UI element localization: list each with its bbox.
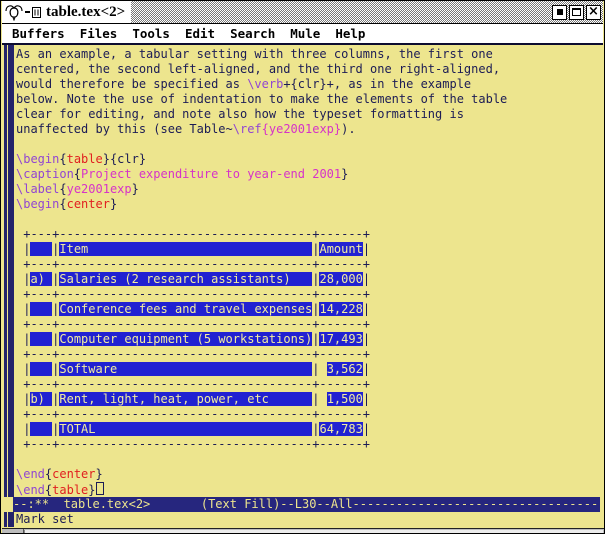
- minibuffer-scrollbar-thumb[interactable]: [4, 512, 14, 527]
- buffer-line: | |Conference fees and travel expenses|1…: [16, 302, 603, 317]
- menu-item-search[interactable]: Search: [230, 26, 275, 41]
- menu-item-files[interactable]: Files: [80, 26, 118, 41]
- buffer-line: unaffected by this (see Table~\ref{ye200…: [16, 122, 603, 137]
- titlebar-stipple: ×: [131, 1, 603, 23]
- buffer-line: +---+-----------------------------------…: [16, 227, 603, 242]
- buffer-line: +---+-----------------------------------…: [16, 437, 603, 452]
- window-title: table.tex<2>: [42, 4, 125, 21]
- buffer-line: \caption{Project expenditure to year-end…: [16, 167, 603, 182]
- menu-item-help[interactable]: Help: [335, 26, 365, 41]
- buffer-line: +---+-----------------------------------…: [16, 287, 603, 302]
- close-button[interactable]: ×: [586, 5, 601, 20]
- buffer-line: +---+-----------------------------------…: [16, 347, 603, 362]
- buffer-content[interactable]: As an example, a tabular setting with th…: [16, 47, 603, 497]
- vertical-scrollbar-thumb[interactable]: [4, 45, 14, 497]
- buffer-line: | |TOTAL |64,783|: [16, 422, 603, 437]
- buffer-line: below. Note the use of indentation to ma…: [16, 92, 603, 107]
- buffer-line: centered, the second left-aligned, and t…: [16, 62, 603, 77]
- gnu-icon[interactable]: [5, 3, 42, 21]
- buffer-line: [16, 452, 603, 467]
- minibuffer-message: Mark set: [16, 512, 74, 527]
- minibuffer[interactable]: Mark set: [2, 512, 605, 528]
- buffer-line: |a) |Salaries (2 research assistants) |2…: [16, 272, 603, 287]
- menu-bar: Buffers Files Tools Edit Search Mule Help: [2, 24, 603, 45]
- buffer-line: +---+-----------------------------------…: [16, 317, 603, 332]
- buffer-line: |b) |Rent, light, heat, power, etc | 1,5…: [16, 392, 603, 407]
- buffer-line: +---+-----------------------------------…: [16, 407, 603, 422]
- buffer-line: \begin{table}{clr}: [16, 152, 603, 167]
- menu-item-edit[interactable]: Edit: [185, 26, 215, 41]
- buffer-line: As an example, a tabular setting with th…: [16, 47, 603, 62]
- buffer-line: [16, 212, 603, 227]
- horizontal-scrollbar: [2, 528, 605, 534]
- horizontal-scrollbar-corner: [2, 529, 24, 534]
- emacs-window: table.tex<2> × Buffers Files Tools Edit Sear…: [0, 0, 605, 534]
- buffer-line: | |Software | 3,562|: [16, 362, 603, 377]
- buffer-line: \end{center}: [16, 467, 603, 482]
- buffer-line: +---+-----------------------------------…: [16, 257, 603, 272]
- maximize-icon: [572, 8, 581, 16]
- close-icon: ×: [588, 5, 599, 18]
- menu-item-mule[interactable]: Mule: [290, 26, 320, 41]
- minimize-icon: [557, 9, 563, 15]
- text-area: As an example, a tabular setting with th…: [2, 45, 605, 497]
- buffer-line: [16, 137, 603, 152]
- window-buttons: ×: [552, 5, 601, 20]
- buffer-line: | |Item |Amount|: [16, 242, 603, 257]
- buffer-line: | |Computer equipment (5 workstations)|1…: [16, 332, 603, 347]
- title-bar: table.tex<2> ×: [2, 1, 603, 24]
- buffer-line: \end{table}: [16, 482, 603, 497]
- titlebar-left: table.tex<2>: [2, 1, 131, 23]
- text-cursor: [96, 482, 104, 495]
- menu-item-tools[interactable]: Tools: [132, 26, 170, 41]
- minimize-button[interactable]: [552, 5, 567, 20]
- buffer-line: +---+-----------------------------------…: [16, 377, 603, 392]
- mode-line: --:** table.tex<2> (Text Fill)--L30--All…: [13, 497, 600, 512]
- horizontal-scrollbar-track[interactable]: [24, 530, 603, 534]
- buffer-line: \label{ye2001exp}: [16, 182, 603, 197]
- buffer-line: would therefore be specified as \verb+{c…: [16, 77, 603, 92]
- menu-item-buffers[interactable]: Buffers: [12, 26, 65, 41]
- buffer-line: clear for editing, and note also how the…: [16, 107, 603, 122]
- buffer-line: \begin{center}: [16, 197, 603, 212]
- vertical-scrollbar[interactable]: [2, 45, 15, 497]
- maximize-button[interactable]: [569, 5, 584, 20]
